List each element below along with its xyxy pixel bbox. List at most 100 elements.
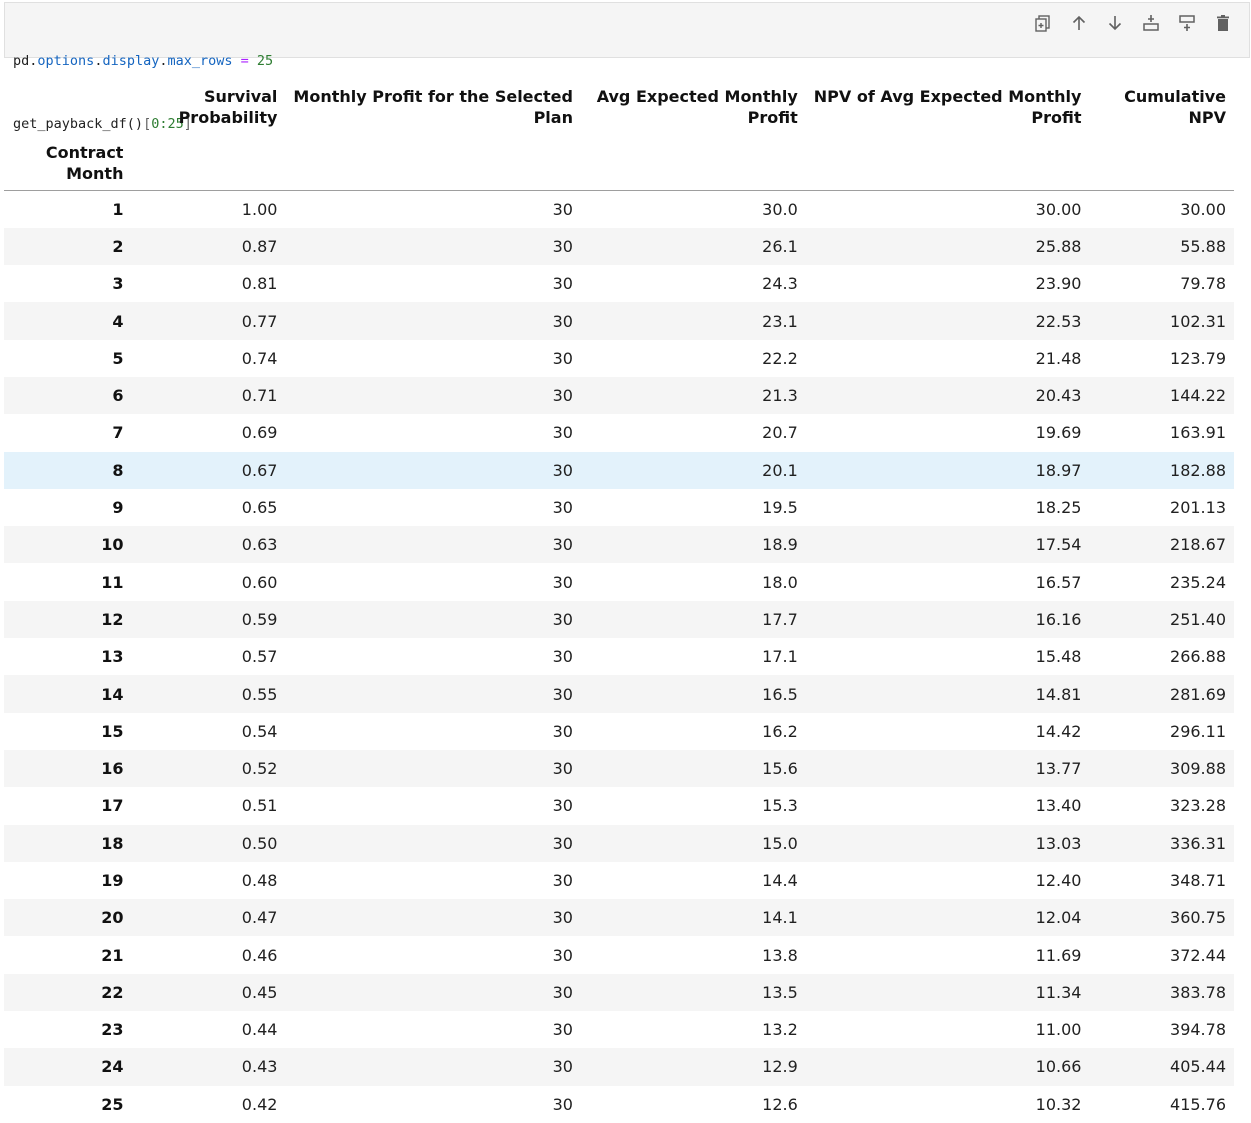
- table-row: 9 0.65 30 19.5 18.25 201.13: [4, 489, 1234, 526]
- table-cell: 235.24: [1170, 572, 1226, 592]
- table-cell: 0.46: [241, 945, 278, 965]
- duplicate-cell-button[interactable]: [1025, 11, 1061, 35]
- table-cell: 348.71: [1170, 870, 1226, 890]
- table-row: 13 0.57 30 17.1 15.48 266.88: [4, 638, 1234, 675]
- table-cell: 30: [552, 274, 573, 294]
- insert-above-button[interactable]: [1133, 11, 1169, 35]
- blank-header-cell: [1089, 130, 1234, 191]
- table-cell: 23.1: [762, 311, 798, 331]
- table-cell: 323.28: [1170, 796, 1226, 816]
- table-cell: 144.22: [1170, 386, 1226, 406]
- table-cell: 30: [552, 982, 573, 1002]
- table-cell: 16.2: [762, 721, 798, 741]
- table-cell: 17.1: [762, 647, 798, 667]
- table-row: 17 0.51 30 15.3 13.40 323.28: [4, 787, 1234, 824]
- column-header-row: Survival Probability Monthly Profit for t…: [4, 70, 1234, 130]
- table-cell: 18.0: [762, 572, 798, 592]
- row-index-cell: 20: [101, 908, 124, 928]
- move-up-button[interactable]: [1061, 11, 1097, 35]
- row-index-cell: 7: [112, 423, 124, 443]
- table-cell: 30: [552, 1057, 573, 1077]
- insert-below-icon: [1179, 15, 1195, 31]
- table-cell: 0.47: [241, 908, 278, 928]
- table-cell: 12.6: [762, 1094, 798, 1114]
- table-body: 1 1.00 30 30.0 30.00 30.00 2 0.87 30 26.1 25.88 55.…: [4, 191, 1234, 1123]
- table-cell: 30: [552, 386, 573, 406]
- table-cell: 11.00: [1035, 1020, 1082, 1040]
- column-header: Avg Expected Monthly Profit: [596, 87, 798, 127]
- table-cell: 13.8: [762, 945, 798, 965]
- table-cell: 30.0: [762, 199, 798, 219]
- delete-cell-button[interactable]: [1205, 11, 1241, 35]
- table-cell: 405.44: [1170, 1057, 1226, 1077]
- code-token: max_rows: [167, 53, 233, 69]
- table-cell: 16.57: [1035, 572, 1082, 592]
- table-cell: 30: [552, 908, 573, 928]
- code-token: =: [232, 53, 257, 69]
- table-cell: 14.81: [1035, 684, 1082, 704]
- table-cell: 18.97: [1035, 460, 1082, 480]
- table-cell: 13.5: [762, 982, 798, 1002]
- table-cell: 19.69: [1035, 423, 1082, 443]
- table-row: 16 0.52 30 15.6 13.77 309.88: [4, 749, 1234, 788]
- index-name-header: Contract Month: [4, 130, 132, 191]
- table-cell: 18.25: [1035, 498, 1082, 518]
- table-row: 19 0.48 30 14.4 12.40 348.71: [4, 862, 1234, 899]
- row-index-cell: 23: [101, 1020, 124, 1040]
- table-row: 21 0.46 30 13.8 11.69 372.44: [4, 936, 1234, 973]
- row-index-cell: 18: [101, 833, 124, 853]
- row-index-cell: 8: [112, 460, 124, 480]
- table-cell: 0.42: [241, 1094, 278, 1114]
- table-cell: 0.71: [241, 386, 278, 406]
- table-row: 1 1.00 30 30.0 30.00 30.00: [4, 191, 1234, 228]
- row-index-cell: 19: [101, 870, 124, 890]
- table-row: 14 0.55 30 16.5 14.81 281.69: [4, 675, 1234, 713]
- table-cell: 30: [552, 498, 573, 518]
- table-cell: 266.88: [1170, 647, 1226, 667]
- table-row: 15 0.54 30 16.2 14.42 296.11: [4, 713, 1234, 750]
- table-cell: 13.03: [1035, 833, 1082, 853]
- table-cell: 336.31: [1170, 833, 1226, 853]
- table-cell: 14.1: [762, 908, 798, 928]
- move-down-button[interactable]: [1097, 11, 1133, 35]
- table-cell: 30: [552, 1094, 573, 1114]
- move-down-icon: [1108, 16, 1122, 31]
- table-row: 11 0.60 30 18.0 16.57 235.24: [4, 563, 1234, 600]
- insert-below-button[interactable]: [1169, 11, 1205, 35]
- table-cell: 30.00: [1035, 199, 1082, 219]
- code-token: .: [159, 53, 168, 69]
- table-cell: 11.34: [1035, 982, 1082, 1002]
- table-cell: 16.5: [762, 684, 798, 704]
- cell-toolbar: [1025, 11, 1241, 35]
- move-up-icon: [1072, 15, 1086, 30]
- row-index-cell: 17: [101, 796, 124, 816]
- row-index-cell: 10: [101, 535, 124, 555]
- table-row: 6 0.71 30 21.3 20.43 144.22: [4, 376, 1234, 415]
- table-cell: 30: [552, 945, 573, 965]
- table-cell: 0.63: [241, 535, 278, 555]
- table-cell: 30: [552, 647, 573, 667]
- table-cell: 0.43: [241, 1057, 278, 1077]
- table-cell: 30: [552, 236, 573, 256]
- table-cell: 372.44: [1170, 945, 1226, 965]
- table-cell: 15.48: [1035, 647, 1082, 667]
- table-cell: 123.79: [1170, 348, 1226, 368]
- table-cell: 21.48: [1035, 348, 1082, 368]
- table-row: 12 0.59 30 17.7 16.16 251.40: [4, 600, 1234, 639]
- table-cell: 24.3: [762, 274, 798, 294]
- table-cell: 281.69: [1170, 684, 1226, 704]
- table-cell: 30: [552, 684, 573, 704]
- table-cell: 12.9: [762, 1057, 798, 1077]
- table-cell: 394.78: [1170, 1020, 1226, 1040]
- table-row: 25 0.42 30 12.6 10.32 415.76: [4, 1086, 1234, 1123]
- table-cell: 15.3: [762, 796, 798, 816]
- table-cell: 23.90: [1035, 274, 1082, 294]
- table-cell: 0.57: [241, 647, 278, 667]
- row-index-cell: 24: [101, 1057, 124, 1077]
- row-index-cell: 21: [101, 945, 124, 965]
- row-index-cell: 22: [101, 982, 124, 1002]
- table-cell: 0.69: [241, 423, 278, 443]
- code-cell[interactable]: pd.options.display.max_rows = 25 get_pay…: [4, 2, 1250, 132]
- column-header: Cumulative NPV: [1124, 87, 1226, 127]
- column-header: Monthly Profit for the Selected Plan: [293, 87, 573, 127]
